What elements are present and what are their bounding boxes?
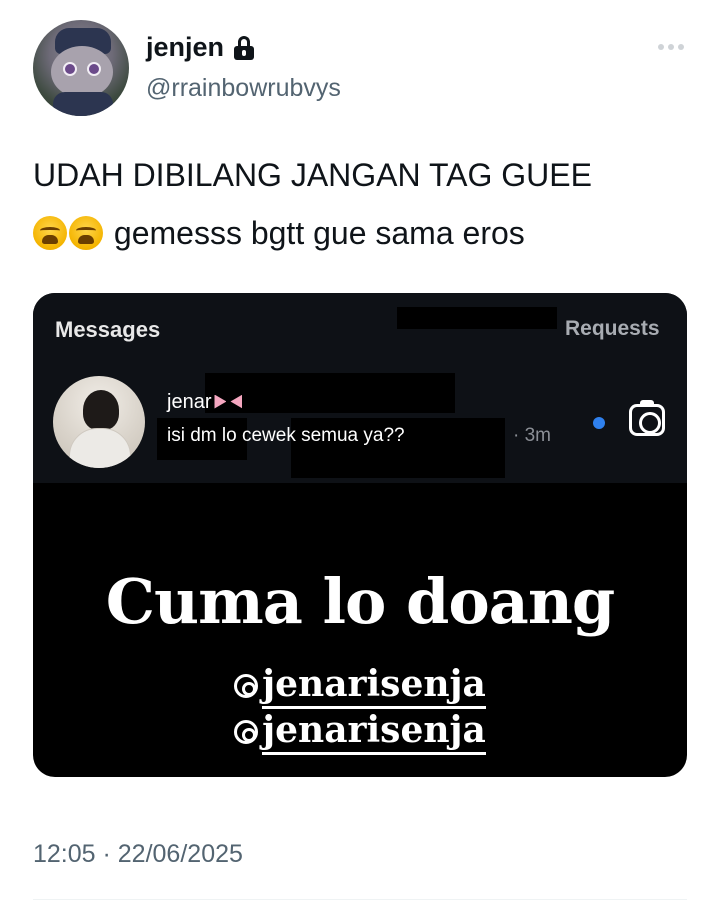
at-sign-icon [234,674,259,698]
redaction-bar [205,373,455,413]
divider [33,899,687,900]
username[interactable]: @rrainbowrubvys [146,74,341,103]
dm-message-time: · 3m [513,425,551,446]
lock-icon [234,35,255,60]
dm-contact-name: jenar [167,391,242,414]
camera-icon [629,400,665,436]
tweet-text-line2: gemesss bgtt gue sama eros [33,204,693,262]
author-name-row: jenjen [146,32,255,63]
unread-dot-icon [593,417,605,429]
mention-text: jenarisenja [262,709,486,755]
mention-sticker: jenarisenja [33,663,687,709]
tweet-timestamp[interactable]: 12:05 · 22/06/2025 [33,840,243,869]
display-name[interactable]: jenjen [146,32,224,63]
tweet-text: UDAH DIBILANG JANGAN TAG GUEE gemesss bg… [33,146,693,262]
redaction-bar [397,307,557,329]
tired-face-emoji-icon [69,216,103,250]
tweet-header: jenjen @rrainbowrubvys [0,0,720,130]
dm-messages-title: Messages [55,317,161,342]
avatar[interactable] [33,20,129,116]
dm-message-preview: isi dm lo cewek semua ya?? [167,425,405,446]
image-caption: Cuma lo doang [105,565,616,638]
dm-contact-avatar [53,376,145,468]
at-sign-icon [234,720,259,744]
tweet-media-image[interactable]: Messages Requests jenar isi dm lo cewek … [33,293,687,777]
tired-face-emoji-icon [33,216,67,250]
mention-sticker: jenarisenja [33,709,687,755]
tweet-text-line2-words: gemesss bgtt gue sama eros [113,215,525,251]
dm-contact-name-text: jenar [167,391,212,413]
bow-icon [214,393,242,413]
mention-text: jenarisenja [262,663,486,709]
tweet-text-line1: UDAH DIBILANG JANGAN TAG GUEE [33,157,592,193]
dm-screenshot-panel: Messages Requests jenar isi dm lo cewek … [33,293,687,483]
dm-requests-label: Requests [565,317,660,340]
more-options-icon[interactable] [658,44,684,50]
